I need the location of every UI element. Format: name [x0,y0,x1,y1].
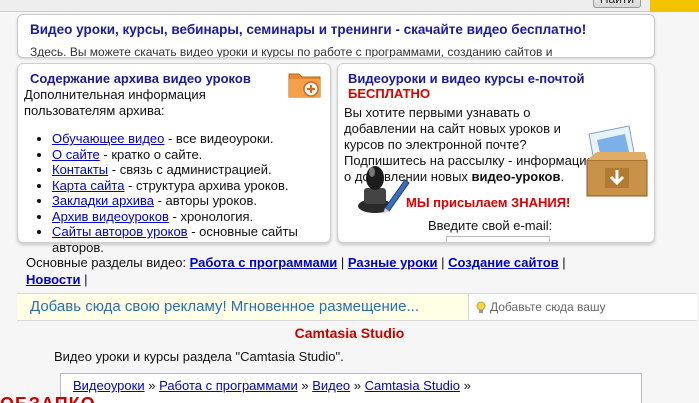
archive-links-list: Обучающее видео - все видеоуроки. О сайт… [52,131,322,255]
link-description: - хронология. [168,208,254,224]
breadcrumb-video[interactable]: Видео [312,378,350,393]
archive-contents-panel: Содержание архива видео уроков Дополните… [17,63,331,255]
sections-label: Основные разделы видео: [26,255,190,270]
ad-bar: Добавь сюда свою рекламу! Мгновенное раз… [17,293,697,321]
page-title: Camtasia Studio [294,325,405,341]
link-training-video[interactable]: Обучающее видео [52,131,164,146]
list-item: О сайте - кратко о сайте. [52,147,322,163]
link-video-archive[interactable]: Архив видеоуроков [52,209,169,224]
section-description: Видео уроки и курсы раздела "Camtasia St… [54,349,344,364]
breadcrumb-videos[interactable]: Видеоуроки [73,378,145,393]
search-button[interactable]: Найти [593,0,641,8]
folder-add-icon [288,73,321,98]
ad-bulb-icon [476,301,486,313]
link-description: - кратко о сайте. [99,146,203,162]
main-sections: Основные разделы видео: Работа с програм… [26,255,566,287]
welcome-banner: Видео уроки, курсы, вебинары, семинары и… [17,14,655,58]
section-link-misc[interactable]: Разные уроки [348,255,438,270]
archive-panel-title: Содержание архива видео уроков [30,71,251,86]
ad-text[interactable]: Добавь сюда свою рекламу! Мгновенное раз… [30,298,419,315]
banner-title: Видео уроки, курсы, вебинары, семинары и… [30,22,587,37]
ad-right-text[interactable]: Добавьте сюда вашу [490,300,606,314]
list-item: Архив видеоуроков - хронология. [52,209,322,225]
knowledge-slogan: МЫ присылаем ЗНАНИЯ! [406,195,571,210]
email-input[interactable] [446,236,550,242]
link-contacts[interactable]: Контакты [52,162,108,177]
link-bookmarks[interactable]: Закладки архива [52,193,154,208]
list-item: Сайты авторов уроков - основные сайты ав… [52,224,322,255]
link-description: - связь с администрацией. [108,162,272,177]
section-link-programs[interactable]: Работа с программами [190,255,338,270]
banner-text: Здесь. Вы можете скачать видео уроки и к… [30,45,553,58]
link-about[interactable]: О сайте [52,147,100,162]
email-panel-title: Видеоуроки и видео курсы е-почтой [348,71,585,86]
section-link-news[interactable]: Новости [26,272,81,287]
breadcrumb: Видеоуроки » Работа с программами » Виде… [60,373,642,403]
list-item: Закладки архива - авторы уроков. [52,193,322,209]
mail-box-icon [586,125,648,197]
link-sitemap[interactable]: Карта сайта [52,178,124,193]
list-item: Контакты - связь с администрацией. [52,162,322,178]
archive-panel-intro: Дополнительная информация пользователям … [24,87,206,118]
list-item: Карта сайта - структура архива уроков. [52,178,322,194]
partial-heading: ОБЗАПКО [0,394,96,403]
top-right-decoration [650,0,699,12]
email-label: Введите свой e-mail: [428,218,553,233]
breadcrumb-programs[interactable]: Работа с программами [159,378,298,393]
list-item: Обучающее видео - все видеоуроки. [52,131,322,147]
free-label: БЕСПЛАТНО [348,86,431,101]
ad-block-left[interactable]: Добавь сюда свою рекламу! Мгновенное раз… [17,294,469,320]
stamp-icon [358,166,410,214]
section-link-sites[interactable]: Создание сайтов [448,255,559,270]
link-description: - все видеоуроки. [164,131,274,146]
link-author-sites[interactable]: Сайты авторов уроков [52,224,188,239]
link-description: - авторы уроков. [153,193,257,208]
subscribe-text-bold: видео-уроков [471,169,561,184]
link-description: - структура архива уроков. [124,177,289,193]
breadcrumb-camtasia[interactable]: Camtasia Studio [365,378,460,393]
subscribe-text-end: . [560,169,565,184]
